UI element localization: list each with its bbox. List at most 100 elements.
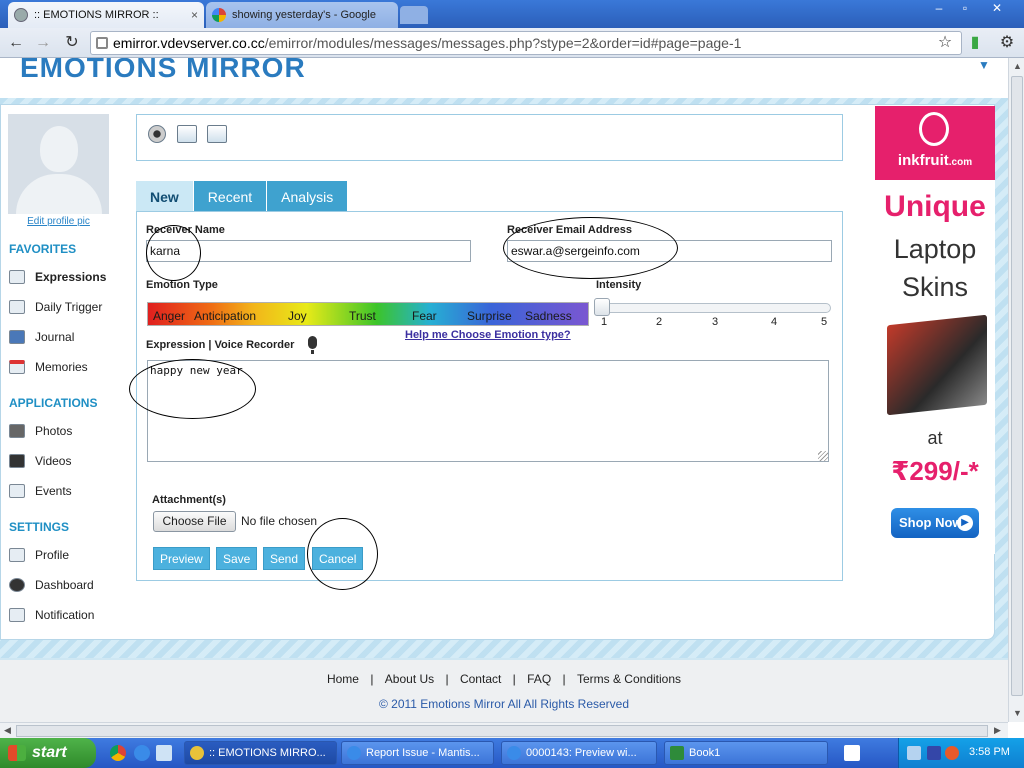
reload-icon[interactable]: ↻: [61, 32, 83, 54]
back-icon[interactable]: ←: [5, 32, 27, 54]
sidebar-item-notification[interactable]: Notification: [9, 606, 94, 624]
maximize-button[interactable]: ▫: [952, 0, 978, 18]
start-button[interactable]: start: [0, 738, 96, 768]
tab-new[interactable]: New: [136, 181, 194, 212]
internet-explorer-icon[interactable]: [134, 745, 150, 761]
forward-icon[interactable]: →: [32, 32, 54, 54]
footer-link-faq[interactable]: FAQ: [527, 672, 551, 686]
tab-analysis[interactable]: Analysis: [267, 181, 349, 212]
help-choose-emotion-link[interactable]: Help me Choose Emotion type?: [405, 329, 571, 341]
arrow-right-icon: ▶: [957, 515, 973, 531]
footer-link-about[interactable]: About Us: [385, 672, 434, 686]
sidebar-item-profile[interactable]: Profile: [9, 546, 69, 564]
chrome-icon[interactable]: [110, 745, 126, 761]
save-button[interactable]: Save: [216, 547, 258, 570]
scroll-up-icon[interactable]: ▲: [1013, 61, 1022, 71]
export-window-icon[interactable]: [207, 125, 227, 143]
page-viewport: EMOTIONS MIRROR ▼ Edit profile pic FAVOR…: [0, 58, 1008, 722]
add-window-icon[interactable]: [177, 125, 197, 143]
emotion-sadness[interactable]: Sadness: [525, 309, 572, 323]
sidebar-item-expressions[interactable]: Expressions: [9, 268, 106, 286]
globe-icon: [14, 8, 28, 22]
emotion-anticipation[interactable]: Anticipation: [194, 309, 256, 323]
chevron-down-icon[interactable]: ▼: [978, 58, 990, 72]
ad-brand-name: inkfruit: [897, 152, 949, 169]
taskbar-item-emotions-mirror[interactable]: :: EMOTIONS MIRRO...: [184, 741, 337, 765]
receiver-name-input[interactable]: karna: [146, 240, 471, 262]
webcam-icon[interactable]: [148, 125, 166, 143]
emotion-joy[interactable]: Joy: [288, 309, 307, 323]
bookmark-star-icon[interactable]: ☆: [934, 32, 956, 54]
send-button[interactable]: Send: [263, 547, 306, 570]
scroll-right-icon[interactable]: ▶: [994, 725, 1001, 736]
footer-link-contact[interactable]: Contact: [460, 672, 501, 686]
expression-textarea[interactable]: happy new year: [147, 360, 829, 462]
taskbar-item-report-issue[interactable]: Report Issue - Mantis...: [341, 741, 494, 765]
sidebar-item-memories[interactable]: Memories: [9, 358, 88, 376]
emotion-anger[interactable]: Anger: [153, 309, 185, 323]
scroll-down-icon[interactable]: ▼: [1013, 708, 1022, 718]
sidebar-item-daily-trigger[interactable]: Daily Trigger: [9, 298, 102, 316]
tray-app-icon[interactable]: [927, 746, 941, 760]
sidebar-item-journal[interactable]: Journal: [9, 328, 74, 346]
calendar-icon: [9, 360, 25, 374]
preview-button[interactable]: Preview: [153, 547, 210, 570]
close-tab-icon[interactable]: ×: [191, 8, 198, 22]
browser-tab-active[interactable]: :: EMOTIONS MIRROR :: ×: [8, 2, 204, 28]
edit-profile-pic-link[interactable]: Edit profile pic: [8, 216, 109, 227]
sidebar-item-events[interactable]: Events: [9, 482, 72, 500]
ad-banner[interactable]: inkfruit.com Unique Laptop Skins at ₹299…: [875, 106, 995, 554]
footer-link-terms[interactable]: Terms & Conditions: [577, 672, 681, 686]
horizontal-scrollbar[interactable]: ◀ ▶: [0, 722, 1008, 738]
choose-file-button[interactable]: Choose File: [153, 511, 236, 532]
footer-separator: |: [445, 672, 449, 686]
browser-tab-label: :: EMOTIONS MIRROR ::: [34, 9, 159, 21]
url-path: /emirror/modules/messages/messages.php?s…: [264, 35, 742, 51]
receiver-email-input[interactable]: eswar.a@sergeinfo.com: [507, 240, 832, 262]
volume-icon[interactable]: [945, 746, 959, 760]
browser-tab-label: showing yesterday's - Google: [232, 9, 376, 21]
network-icon[interactable]: [907, 746, 921, 760]
cancel-button[interactable]: Cancel: [312, 547, 364, 570]
taskbar-item-preview[interactable]: 0000143: Preview wi...: [501, 741, 657, 765]
show-desktop-icon[interactable]: [156, 745, 172, 761]
sidebar-item-photos[interactable]: Photos: [9, 422, 72, 440]
sidebar-item-dashboard[interactable]: Dashboard: [9, 576, 94, 594]
start-label: start: [32, 744, 67, 761]
vertical-scrollbar[interactable]: ▲ ▼: [1008, 58, 1024, 722]
taskbar-item-book1[interactable]: Book1: [664, 741, 828, 765]
footer-separator: |: [512, 672, 516, 686]
wrench-icon[interactable]: ⚙: [996, 32, 1018, 54]
settings-heading: SETTINGS: [9, 520, 70, 534]
site-logo[interactable]: EMOTIONS MIRROR: [20, 58, 306, 84]
scroll-left-icon[interactable]: ◀: [4, 725, 11, 736]
chrome-icon: [190, 746, 204, 760]
scrollbar-thumb[interactable]: [1011, 76, 1023, 696]
intensity-label: Intensity: [596, 279, 642, 291]
emotion-surprise[interactable]: Surprise: [467, 309, 512, 323]
clock: 3:58 PM: [969, 746, 1010, 758]
help-icon[interactable]: [844, 745, 860, 761]
microphone-icon[interactable]: [308, 336, 317, 349]
footer-link-home[interactable]: Home: [327, 672, 359, 686]
intensity-slider-handle[interactable]: [594, 298, 610, 316]
tab-recent[interactable]: Recent: [193, 181, 268, 212]
calendar-icon: [9, 484, 25, 498]
minimize-button[interactable]: –: [926, 0, 952, 18]
scrollbar-thumb[interactable]: [16, 725, 988, 737]
emotion-type-label: Emotion Type: [146, 279, 218, 291]
new-tab-button[interactable]: [400, 6, 428, 24]
intensity-slider-track[interactable]: [596, 303, 831, 313]
resize-grip-icon[interactable]: [818, 451, 828, 461]
shop-now-button[interactable]: Shop Now ▶: [891, 508, 979, 538]
close-window-button[interactable]: ✕: [984, 0, 1010, 18]
emotion-fear[interactable]: Fear: [412, 309, 437, 323]
address-bar[interactable]: emirror.vdevserver.co.cc/emirror/modules…: [90, 31, 962, 55]
emotion-trust[interactable]: Trust: [349, 309, 376, 323]
browser-tab-google[interactable]: showing yesterday's - Google: [206, 2, 398, 28]
footer-separator: |: [370, 672, 374, 686]
inkfruit-logo-icon: [919, 112, 949, 146]
emotion-type-bar[interactable]: Anger Anticipation Joy Trust Fear Surpri…: [147, 302, 589, 326]
sidebar-item-videos[interactable]: Videos: [9, 452, 71, 470]
ad-line-3: Skins: [901, 272, 969, 302]
